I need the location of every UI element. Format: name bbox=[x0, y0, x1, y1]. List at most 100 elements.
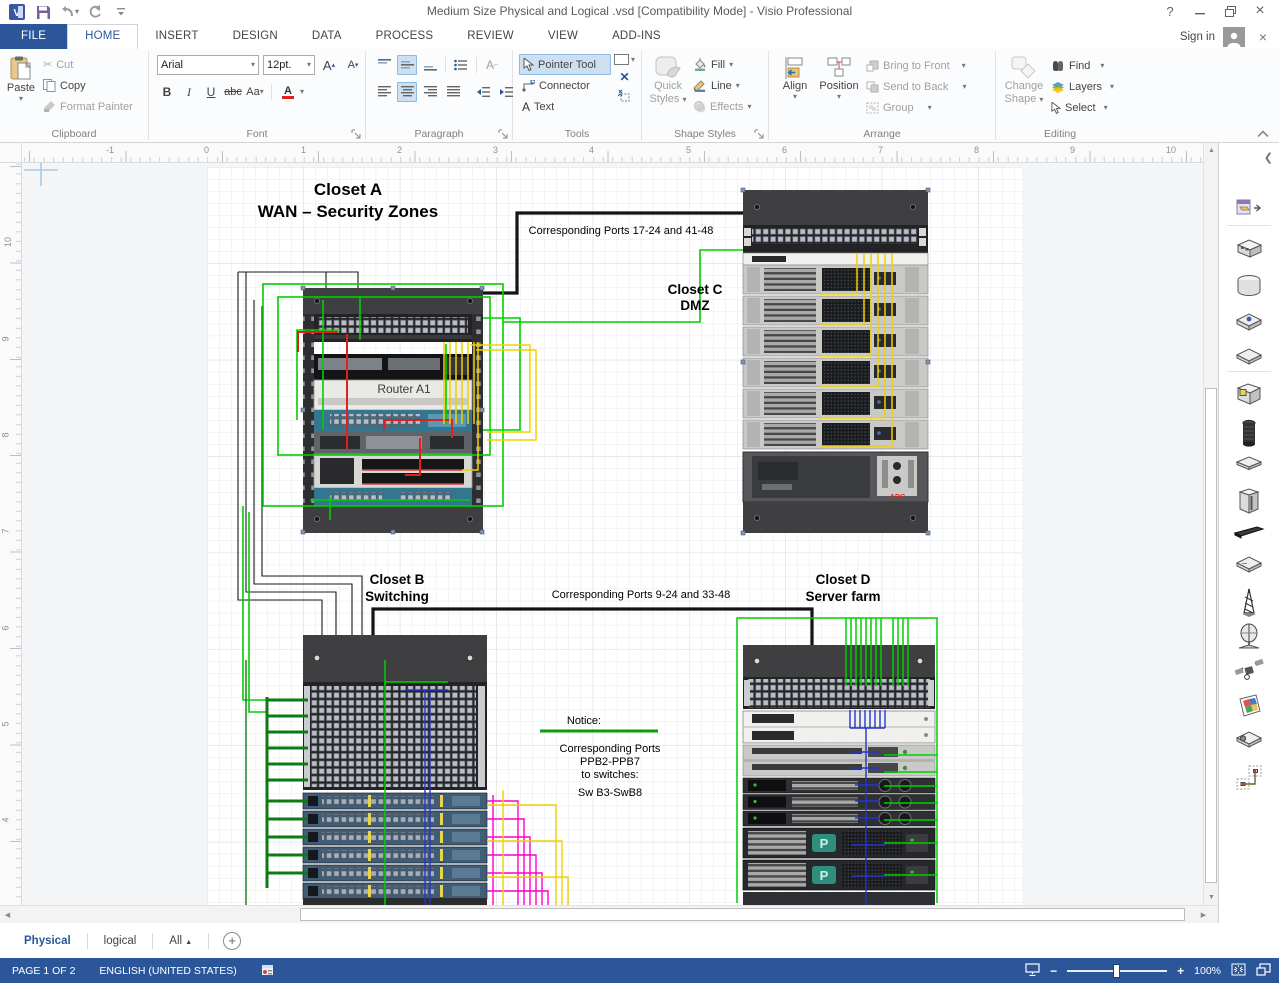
save-icon[interactable] bbox=[32, 2, 54, 22]
horizontal-scrollbar[interactable]: ◀ ▶ bbox=[0, 905, 1218, 923]
select-button[interactable]: Select▾ bbox=[1048, 97, 1117, 118]
italic-button[interactable]: I bbox=[179, 82, 199, 102]
stencil-switch-icon[interactable] bbox=[1234, 311, 1264, 336]
zoom-in-button[interactable]: + bbox=[1177, 964, 1184, 978]
zoom-out-button[interactable]: − bbox=[1050, 964, 1057, 978]
undo-caret-icon[interactable]: ▾ bbox=[75, 8, 79, 16]
stencil-router-icon[interactable] bbox=[1234, 237, 1264, 266]
stencil-modem-icon[interactable] bbox=[1234, 555, 1264, 578]
stencil-satellite-dish-icon[interactable] bbox=[1236, 623, 1262, 656]
stencil-comm-link-icon[interactable] bbox=[1233, 525, 1265, 544]
closet-c-label-line2[interactable]: DMZ bbox=[680, 298, 709, 313]
presentation-mode-icon[interactable] bbox=[1025, 963, 1040, 979]
stencil-panel-icon[interactable] bbox=[1234, 455, 1264, 476]
position-button[interactable]: Position ▾ bbox=[815, 52, 863, 124]
page-tab-physical[interactable]: Physical bbox=[8, 931, 87, 951]
ruler-vertical[interactable]: 10 9 8 7 6 5 4 bbox=[0, 163, 22, 905]
grow-font-button[interactable]: A▴ bbox=[319, 55, 339, 75]
rack-closet-d[interactable]: P P bbox=[743, 645, 935, 905]
change-shape-button[interactable]: Change Shape ▾ bbox=[1000, 52, 1048, 124]
underline-button[interactable]: U bbox=[201, 82, 221, 102]
qat-customize-icon[interactable] bbox=[110, 2, 132, 22]
close-button[interactable]: × bbox=[1245, 0, 1275, 22]
copy-button[interactable]: Copy bbox=[40, 75, 136, 96]
zoom-slider-thumb[interactable] bbox=[1113, 964, 1120, 978]
vertical-scrollbar[interactable]: ▲ ▼ bbox=[1203, 143, 1218, 905]
format-painter-button[interactable]: Format Painter bbox=[40, 96, 136, 117]
tab-design[interactable]: DESIGN bbox=[216, 24, 295, 49]
page-tab-all[interactable]: All ▲ bbox=[153, 931, 208, 951]
align-right-button[interactable] bbox=[420, 82, 440, 102]
find-button[interactable]: Find▾ bbox=[1048, 55, 1117, 76]
line-button[interactable]: Line▾ bbox=[690, 75, 754, 96]
font-color-caret-icon[interactable]: ▾ bbox=[300, 88, 304, 96]
closet-a-title-line1[interactable]: Closet A bbox=[314, 180, 382, 199]
page-indicator[interactable]: PAGE 1 OF 2 bbox=[0, 958, 87, 983]
open-stencil-icon[interactable] bbox=[1236, 199, 1262, 222]
undo-icon[interactable]: ▾ bbox=[58, 2, 80, 22]
closet-d-label-line2[interactable]: Server farm bbox=[805, 589, 880, 604]
align-button[interactable]: Align ▾ bbox=[775, 52, 815, 124]
language-indicator[interactable]: ENGLISH (UNITED STATES) bbox=[87, 958, 248, 983]
help-button[interactable]: ? bbox=[1155, 0, 1185, 22]
connector-tool-button[interactable]: Connector bbox=[519, 75, 611, 96]
scroll-right-icon[interactable]: ▶ bbox=[1196, 906, 1211, 924]
annotation-ports-ac[interactable]: Corresponding Ports 17-24 and 41-48 bbox=[529, 225, 714, 237]
align-bottom-button[interactable] bbox=[420, 55, 440, 75]
close-document-icon[interactable]: × bbox=[1253, 29, 1273, 45]
effects-button[interactable]: Effects▾ bbox=[690, 96, 754, 117]
tab-home[interactable]: HOME bbox=[67, 24, 138, 49]
font-size-combo[interactable]: 12pt.▾ bbox=[263, 55, 315, 75]
quick-styles-button[interactable]: Quick Styles ▾ bbox=[646, 52, 690, 124]
bring-to-front-button[interactable]: Bring to Front▾ bbox=[863, 55, 969, 76]
closet-d-label-line1[interactable]: Closet D bbox=[816, 572, 871, 587]
font-color-button[interactable]: A bbox=[278, 82, 298, 102]
group-button[interactable]: Group▾ bbox=[863, 97, 969, 118]
expand-shapes-panel-icon[interactable]: ❮ bbox=[1264, 151, 1273, 164]
scroll-down-icon[interactable]: ▼ bbox=[1204, 890, 1219, 905]
free-transform-icon[interactable] bbox=[617, 89, 632, 103]
stencil-terminal-icon[interactable] bbox=[1234, 381, 1264, 412]
stencil-database-icon[interactable] bbox=[1236, 273, 1262, 304]
align-top-button[interactable] bbox=[374, 55, 394, 75]
shrink-font-button[interactable]: A▾ bbox=[343, 55, 363, 75]
page-tab-logical[interactable]: logical bbox=[88, 931, 153, 951]
ruler-horizontal[interactable]: -1 0 1 2 3 4 5 6 7 8 9 10 bbox=[22, 143, 1203, 163]
layers-button[interactable]: Layers▾ bbox=[1048, 76, 1117, 97]
macro-record-icon[interactable] bbox=[249, 958, 287, 983]
scroll-up-icon[interactable]: ▲ bbox=[1204, 143, 1219, 158]
closet-c-label-line1[interactable]: Closet C bbox=[668, 282, 723, 297]
zoom-slider[interactable] bbox=[1067, 970, 1167, 972]
strikethrough-button[interactable]: abc bbox=[223, 82, 243, 102]
tab-process[interactable]: PROCESS bbox=[359, 24, 451, 49]
insert-page-button[interactable]: + bbox=[223, 932, 241, 950]
font-family-combo[interactable]: Arial▾ bbox=[157, 55, 259, 75]
font-dialog-launcher-icon[interactable] bbox=[351, 129, 362, 140]
closet-a-title-line2[interactable]: WAN – Security Zones bbox=[258, 202, 438, 221]
annotation-ports-bd[interactable]: Corresponding Ports 9-24 and 33-48 bbox=[552, 589, 731, 601]
stencil-dynamic-connector-icon[interactable] bbox=[1235, 765, 1263, 796]
paragraph-dialog-launcher-icon[interactable] bbox=[498, 129, 509, 140]
decrease-indent-button[interactable] bbox=[473, 82, 493, 102]
tab-file[interactable]: FILE bbox=[0, 24, 67, 49]
tab-view[interactable]: VIEW bbox=[531, 24, 595, 49]
tab-review[interactable]: REVIEW bbox=[450, 24, 531, 49]
switch-windows-icon[interactable] bbox=[1256, 963, 1271, 979]
vertical-scroll-thumb[interactable] bbox=[1205, 388, 1217, 883]
rotate-text-button[interactable]: A⌐ bbox=[482, 55, 502, 75]
align-left-button[interactable] bbox=[374, 82, 394, 102]
tab-data[interactable]: DATA bbox=[295, 24, 359, 49]
delete-connector-icon[interactable]: ✕ bbox=[619, 70, 629, 84]
rectangle-shape-button[interactable]: ▾ bbox=[614, 54, 635, 65]
sign-in-link[interactable]: Sign in bbox=[1180, 31, 1215, 43]
cut-button[interactable]: ✂ Cut bbox=[40, 54, 136, 75]
closet-b-label-line1[interactable]: Closet B bbox=[370, 572, 425, 587]
drawing-canvas[interactable]: Router A1 bbox=[22, 163, 1203, 905]
stencil-radio-tower-icon[interactable] bbox=[1238, 587, 1260, 622]
pointer-tool-button[interactable]: Pointer Tool bbox=[519, 54, 611, 75]
bullets-button[interactable] bbox=[451, 55, 471, 75]
align-middle-button[interactable] bbox=[397, 55, 417, 75]
restore-button[interactable] bbox=[1215, 0, 1245, 22]
text-tool-button[interactable]: A Text bbox=[519, 96, 611, 117]
horizontal-scroll-thumb[interactable] bbox=[300, 908, 1185, 921]
